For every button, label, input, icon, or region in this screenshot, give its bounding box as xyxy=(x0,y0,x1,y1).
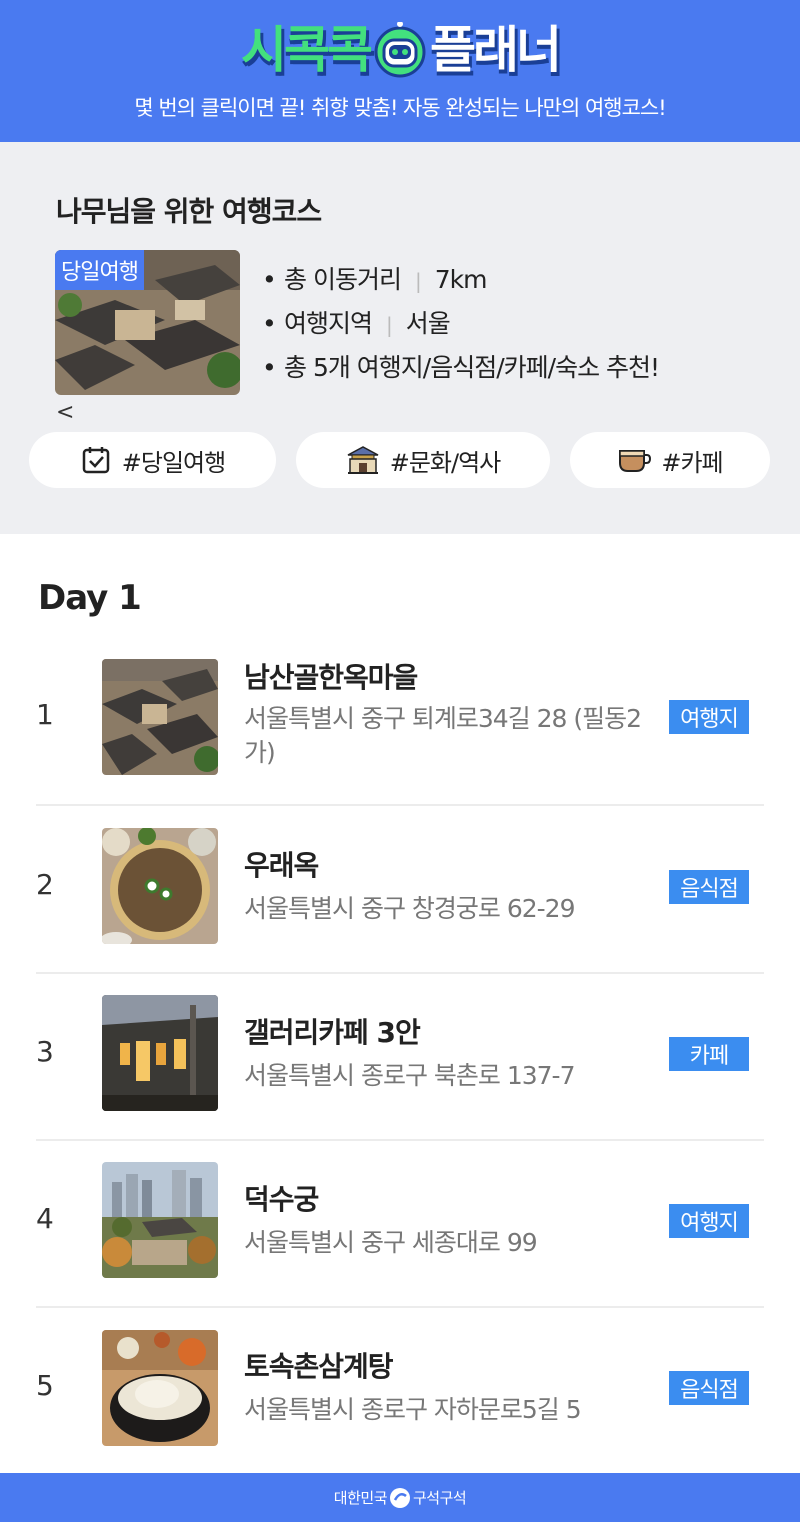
course-name: 우래옥 xyxy=(244,849,319,882)
course-image xyxy=(102,659,218,775)
course-name: 덕수궁 xyxy=(244,1183,319,1216)
palace-gate-icon xyxy=(347,446,379,474)
course-number: 1 xyxy=(36,698,54,731)
count-text: 총 5개 여행지/음식점/카페/숙소 추천! xyxy=(284,353,660,382)
course-address: 서울특별시 종로구 북촌로 137-7 xyxy=(244,1061,576,1090)
footer-brand-left: 대한민국 xyxy=(333,1489,388,1507)
course-address: 서울특별시 종로구 자하문로5길 5 xyxy=(244,1395,582,1424)
course-name: 갤러리카페 3안 xyxy=(244,1016,421,1049)
tag-culture-history[interactable]: #문화/역사 xyxy=(296,432,550,488)
header-tagline: 몇 번의 클릭이면 끝! 취향 맞춤! 자동 완성되는 나만의 여행코스! xyxy=(134,96,666,120)
footer-logo-icon xyxy=(390,1487,410,1508)
region-row: • 여행지역 | 서울 xyxy=(262,309,451,338)
coffee-cup-icon xyxy=(619,450,652,472)
course-image xyxy=(102,995,218,1111)
course-image xyxy=(102,1330,218,1446)
distance-row: • 총 이동거리 | 7km xyxy=(262,265,488,294)
category-badge: 음식점 xyxy=(669,1371,749,1405)
course-number: 3 xyxy=(36,1035,54,1068)
course-image xyxy=(102,828,218,944)
course-summary: 나무님을 위한 여행코스 당일여행 • 총 이동거리 | 7km • 여행지역 | 서울 •… xyxy=(0,142,800,534)
calendar-check-icon xyxy=(82,447,110,474)
region-value: 서울 xyxy=(405,309,451,338)
course-number: 2 xyxy=(36,868,54,901)
course-name: 남산골한옥마을 xyxy=(244,661,418,694)
category-badge: 카페 xyxy=(669,1037,749,1071)
day-title: Day 1 xyxy=(38,578,142,618)
distance-value: 7km xyxy=(434,265,488,294)
bulgogi-dish-image xyxy=(102,828,218,944)
course-info-list: • 총 이동거리 | 7km • 여행지역 | 서울 • 총 5개 여행지/음식점/카페/숙소… xyxy=(262,260,660,392)
course-image xyxy=(102,1162,218,1278)
course-name: 토속촌삼계탕 xyxy=(244,1350,394,1383)
tag-cafe[interactable]: #카페 xyxy=(570,432,770,488)
day-trip-badge: 당일여행 xyxy=(55,250,144,290)
course-item[interactable]: 1 남산골한옥마을 서울특별시 중구 퇴계로34길 28 (필동2가) 여행지 xyxy=(36,638,764,806)
footer-brand-right: 구석구석 xyxy=(413,1489,467,1507)
course-address: 서울특별시 중구 창경궁로 62-29 xyxy=(244,894,576,923)
category-badge: 음식점 xyxy=(669,870,749,904)
tag-day-trip-label: #당일여행 xyxy=(121,448,226,477)
distance-label: 총 이동거리 xyxy=(284,265,402,294)
category-badge: 여행지 xyxy=(669,700,749,734)
tag-cafe-label: #카페 xyxy=(661,448,723,477)
deoksugung-palace-image xyxy=(102,1162,218,1278)
logo-text-left: 시콕콕 xyxy=(241,21,373,79)
app-logo: 시콕콕 플래너 xyxy=(0,10,800,90)
count-row: • 총 5개 여행지/음식점/카페/숙소 추천! xyxy=(262,353,660,382)
app-footer: 대한민국 구석구석 xyxy=(0,1473,800,1522)
app-header: 시콕콕 플래너 몇 번의 클릭이면 끝! 취향 맞춤! 자동 완성되는 나만의 … xyxy=(0,0,800,142)
category-badge: 여행지 xyxy=(669,1204,749,1238)
region-label: 여행지역 xyxy=(284,309,373,338)
logo-text-right: 플래너 xyxy=(430,21,562,79)
tag-culture-history-label: #문화/역사 xyxy=(389,448,502,477)
course-number: 4 xyxy=(36,1202,54,1235)
course-address: 서울특별시 중구 세종대로 99 xyxy=(244,1228,538,1257)
course-title: 나무님을 위한 여행코스 xyxy=(56,195,322,228)
course-item[interactable]: 2 우래옥 서울특별시 중구 창경궁로 62-29 음식점 xyxy=(36,806,764,974)
course-thumbnail: 당일여행 xyxy=(55,250,240,395)
tag-day-trip[interactable]: #당일여행 xyxy=(29,432,276,488)
course-item[interactable]: 4 덕수궁 서울특별시 중구 세종대로 99 여행지 xyxy=(36,1140,764,1308)
course-item[interactable]: 5 토속촌삼계탕 서울특별시 종로구 자하문로5길 5 음식점 xyxy=(36,1307,764,1475)
back-arrow-button[interactable]: < xyxy=(56,400,74,425)
robot-icon xyxy=(374,22,426,78)
hanok-village-image xyxy=(102,659,218,775)
course-number: 5 xyxy=(36,1369,54,1402)
course-item[interactable]: 3 갤러리카페 3안 서울특별시 종로구 북촌로 137-7 카페 xyxy=(36,973,764,1141)
gallery-cafe-image xyxy=(102,995,218,1111)
samgyetang-image xyxy=(102,1330,218,1446)
course-address: 서울특별시 중구 퇴계로34길 28 (필동2가) xyxy=(244,704,642,767)
